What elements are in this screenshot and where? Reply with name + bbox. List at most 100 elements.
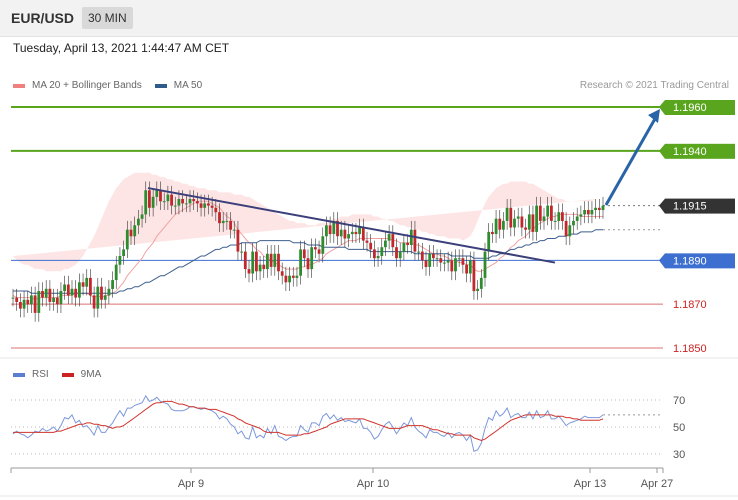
candle-body <box>535 205 538 232</box>
candle-body <box>398 251 402 259</box>
candle-body <box>125 229 129 250</box>
candle-body <box>251 251 255 274</box>
candle-body <box>376 256 380 259</box>
candle-body <box>439 258 443 263</box>
candle-body <box>133 225 137 237</box>
candle-body <box>266 253 269 270</box>
candle-body <box>111 280 114 289</box>
candle-body <box>26 299 30 305</box>
candle-body <box>218 212 221 224</box>
candle-body <box>44 288 48 298</box>
rsi-ma-line <box>13 400 604 442</box>
candle-body <box>207 203 210 206</box>
price-tag-pointer <box>659 198 665 214</box>
candle-body <box>114 264 118 280</box>
candle-body <box>210 205 214 208</box>
candle-body <box>284 275 288 283</box>
candle-body <box>236 229 240 252</box>
candle-body <box>221 220 225 224</box>
candle-body <box>229 220 232 230</box>
candle-body <box>144 190 148 215</box>
candle-body <box>203 203 207 208</box>
candle-body <box>188 199 192 204</box>
price-tag-label: 1.1870 <box>673 299 707 311</box>
candle-body <box>302 249 306 259</box>
candle-body <box>291 275 295 278</box>
candle-body <box>321 236 325 254</box>
candle-body <box>140 214 144 219</box>
chart-canvas[interactable]: 1.1960 1.1940 1.1915 1.1890 1.1870 1.1850 70 50… <box>0 0 738 500</box>
candle-body <box>339 229 343 237</box>
candle-body <box>295 275 299 278</box>
candle-body <box>586 210 590 215</box>
candle-body <box>457 258 461 260</box>
candle-body <box>52 297 55 302</box>
candle-body <box>277 253 280 272</box>
candle-body <box>454 258 457 272</box>
candle-body <box>89 277 92 296</box>
candle-body <box>583 210 586 215</box>
candle-body <box>343 229 347 239</box>
candle-body <box>354 231 358 235</box>
x-tick-label: Apr 9 <box>178 478 204 490</box>
rsi-tick-label: 50 <box>673 422 685 434</box>
candle-body <box>148 190 151 208</box>
candle-body <box>100 286 103 300</box>
candle-body <box>59 291 63 305</box>
candle-body <box>63 284 66 292</box>
candle-body <box>542 216 546 221</box>
candle-body <box>446 260 450 263</box>
candle-body <box>243 251 247 270</box>
candle-body <box>159 190 162 202</box>
candle-body <box>288 275 291 283</box>
candle-body <box>107 288 111 296</box>
candle-body <box>192 199 196 202</box>
candle-body <box>491 231 494 235</box>
candle-body <box>384 240 387 248</box>
candle-body <box>505 207 509 221</box>
candle-body <box>516 216 520 219</box>
candle-body <box>417 251 420 253</box>
price-tag-label: 1.1915 <box>673 201 707 213</box>
candle-body <box>590 210 594 215</box>
candle-body <box>306 258 310 270</box>
candle-body <box>579 214 583 217</box>
candle-body <box>177 199 181 206</box>
candle-body <box>181 199 184 204</box>
candle-body <box>70 288 74 296</box>
candle-body <box>465 264 468 274</box>
candle-body <box>428 253 432 267</box>
candle-body <box>557 212 561 221</box>
candle-body <box>597 207 601 210</box>
candle-body <box>550 205 553 221</box>
price-tag-label: 1.1960 <box>673 102 707 114</box>
candle-body <box>184 203 188 205</box>
candle-body <box>11 297 15 299</box>
candle-body <box>443 262 446 264</box>
price-tag-pointer <box>659 253 665 269</box>
candle-body <box>487 231 491 252</box>
candle-body <box>420 251 424 261</box>
candle-body <box>435 258 439 260</box>
candle-body <box>280 271 284 276</box>
candle-body <box>432 253 435 259</box>
candle-body <box>151 196 155 208</box>
price-tag-label: 1.1850 <box>673 343 707 355</box>
candle-body <box>225 220 229 222</box>
candle-body <box>137 218 140 226</box>
forecast-arrow-shaft <box>604 116 658 206</box>
candle-body <box>527 214 531 230</box>
candle-body <box>81 282 85 287</box>
candle-body <box>373 249 376 259</box>
candle-body <box>232 229 236 231</box>
candle-body <box>347 234 350 239</box>
candle-body <box>118 256 122 265</box>
candle-body <box>173 205 177 207</box>
candle-body <box>162 201 166 203</box>
candle-body <box>199 203 203 208</box>
candle-body <box>240 251 243 253</box>
candle-body <box>402 242 406 252</box>
candle-body <box>380 247 384 256</box>
candle-body <box>350 231 354 235</box>
candle-body <box>546 205 550 217</box>
